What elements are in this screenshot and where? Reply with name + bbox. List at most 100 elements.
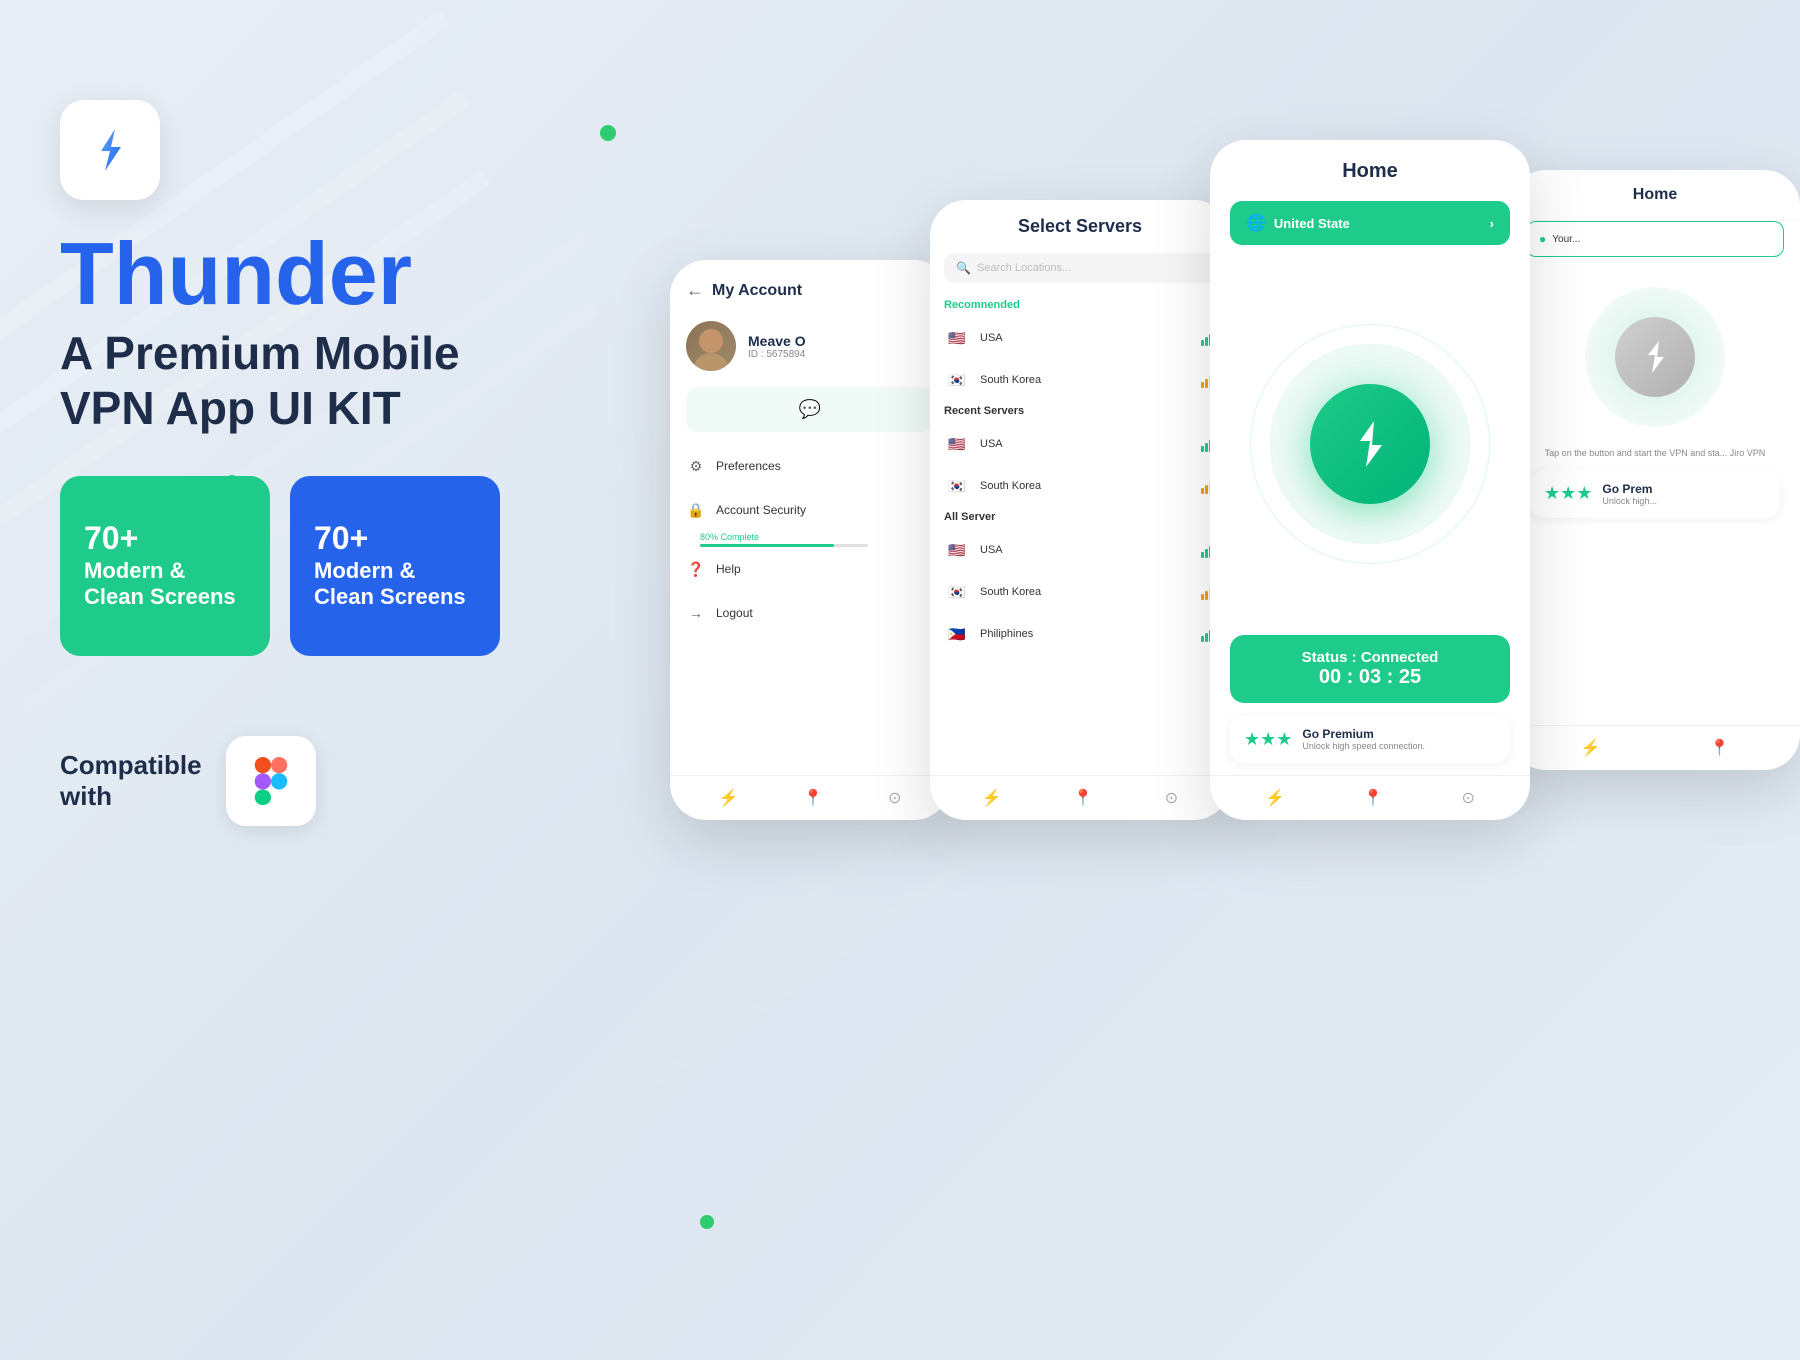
timer-display: 00 : 03 : 25 (1244, 666, 1496, 689)
premium-banner-2[interactable]: ★★★ Go Prem Unlock high... (1530, 470, 1780, 518)
logout-item[interactable]: → Logout (670, 591, 950, 635)
phone-home: Home 🌐 United State › (1210, 140, 1530, 820)
nav-lightning4[interactable]: ⚡ (1581, 738, 1601, 758)
usa-flag: 🇺🇸 (944, 325, 970, 351)
selected-server-label: United State (1274, 216, 1350, 231)
server-item-usa-all[interactable]: 🇺🇸 USA (930, 529, 1230, 571)
stars-icon-2: ★★★ (1544, 483, 1592, 504)
nav-location-icon[interactable]: 📍 (803, 788, 823, 808)
ph-flag: 🇵🇭 (944, 621, 970, 647)
server-item-korea-rec[interactable]: 🇰🇷 South Korea (930, 359, 1230, 401)
search-icon: 🔍 (956, 261, 971, 275)
home-title: Home (1210, 140, 1530, 193)
account-header: ← My Account (670, 260, 950, 311)
phone-home-2: Home ● Your... Tap on the button and (1510, 170, 1800, 770)
security-item[interactable]: 🔒 Account Security (670, 488, 950, 532)
server-item-ph[interactable]: 🇵🇭 Philiphines (930, 613, 1230, 655)
your-server-bar[interactable]: ● Your... (1526, 221, 1784, 257)
nav-lightning2[interactable]: ⚡ (982, 788, 1002, 808)
status-box: Status : Connected 00 : 03 : 25 (1230, 635, 1510, 703)
compatible-section: Compatible with (60, 736, 580, 826)
lock-icon: 🔒 (686, 500, 706, 520)
nav-location2[interactable]: 📍 (1073, 788, 1093, 808)
premium-title: Go Premium (1302, 727, 1496, 741)
phone-account: ← My Account Meave O ID : 5675894 💬 (670, 260, 950, 820)
nav-lightning-icon[interactable]: ⚡ (718, 788, 738, 808)
premium-text-2: Go Prem Unlock high... (1602, 482, 1766, 506)
server-item-korea-all[interactable]: 🇰🇷 South Korea (930, 571, 1230, 613)
usa-flag-all: 🇺🇸 (944, 537, 970, 563)
lightning-bolt-vpn (1350, 419, 1390, 469)
feature-card-blue: 70+ Modern & Clean Screens (290, 476, 500, 656)
help-icon: ❓ (686, 559, 706, 579)
nav-settings-icon[interactable]: ⊙ (888, 788, 901, 808)
server-selector[interactable]: 🌐 United State › (1230, 201, 1510, 245)
status-label: Status : Connected (1244, 649, 1496, 666)
nav-lightning3[interactable]: ⚡ (1265, 788, 1285, 808)
home2-title: Home (1510, 170, 1800, 221)
servers-screen: Select Servers 🔍 Search Locations... Rec… (930, 200, 1230, 820)
gear-icon: ⚙ (686, 456, 706, 476)
feature-card-green: 70+ Modern & Clean Screens (60, 476, 270, 656)
help-item[interactable]: ❓ Help (670, 547, 950, 591)
left-section: Thunder A Premium Mobile VPN App UI KIT … (60, 100, 580, 826)
bottom-nav: ⚡ 📍 ⊙ (670, 775, 950, 820)
figma-logo-box (226, 736, 316, 826)
premium-sub: Unlock high speed connection. (1302, 741, 1496, 751)
account-title: My Account (712, 282, 802, 300)
preferences-item[interactable]: ⚙ Preferences (670, 444, 950, 488)
servers-bottom-nav: ⚡ 📍 ⊙ (930, 775, 1230, 820)
tap-instruction: Tap on the button and start the VPN and … (1510, 447, 1800, 460)
vpn-outer-ring (1270, 344, 1470, 544)
lightning-bolt-icon (85, 125, 135, 175)
server-item-korea-recent[interactable]: 🇰🇷 South Korea (930, 465, 1230, 507)
vpn-circle-small (1510, 287, 1800, 427)
recommended-label: Recomnended (930, 295, 1230, 317)
vpn-power-button[interactable] (1310, 384, 1430, 504)
nav-location3[interactable]: 📍 (1363, 788, 1383, 808)
search-bar[interactable]: 🔍 Search Locations... (944, 253, 1216, 283)
server-item-usa-rec[interactable]: 🇺🇸 USA (930, 317, 1230, 359)
outer-ring-small (1585, 287, 1725, 427)
usa-flag-recent: 🇺🇸 (944, 431, 970, 457)
app-title: Thunder (60, 230, 580, 318)
premium-title-2: Go Prem (1602, 482, 1766, 496)
nav-location4[interactable]: 📍 (1710, 738, 1730, 758)
stars-icon: ★★★ (1244, 729, 1292, 750)
progress-label: 80% Complete (700, 532, 950, 542)
premium-sub-2: Unlock high... (1602, 496, 1766, 506)
home-bottom-nav: ⚡ 📍 ⊙ (1210, 775, 1530, 820)
search-placeholder: Search Locations... (977, 262, 1071, 274)
avatar (686, 321, 736, 371)
korea-flag-recent: 🇰🇷 (944, 473, 970, 499)
logout-icon: → (686, 603, 706, 623)
figma-icon (247, 757, 295, 805)
premium-banner[interactable]: ★★★ Go Premium Unlock high speed connect… (1230, 715, 1510, 763)
phone-servers: Select Servers 🔍 Search Locations... Rec… (930, 200, 1230, 820)
feature-cards: 70+ Modern & Clean Screens 70+ Modern & … (60, 476, 580, 656)
nav-settings3[interactable]: ⊙ (1461, 788, 1474, 808)
account-screen: ← My Account Meave O ID : 5675894 💬 (670, 260, 950, 820)
profile-section: Meave O ID : 5675894 (670, 311, 950, 387)
all-label: All Server (930, 507, 1230, 529)
home2-bottom-nav: ⚡ 📍 (1510, 725, 1800, 770)
server-item-usa-recent[interactable]: 🇺🇸 USA (930, 423, 1230, 465)
chat-icon: 💬 (799, 399, 821, 420)
home-screen: Home 🌐 United State › (1210, 140, 1530, 820)
vpn-circle-area (1210, 253, 1530, 635)
servers-title: Select Servers (930, 200, 1230, 253)
home2-screen: Home ● Your... Tap on the button and (1510, 170, 1800, 770)
phones-area: ← My Account Meave O ID : 5675894 💬 (670, 60, 1800, 820)
chat-button[interactable]: 💬 (686, 387, 934, 432)
bolt-small (1641, 339, 1669, 375)
profile-id: ID : 5675894 (748, 349, 934, 360)
decorative-dot-3 (700, 1215, 714, 1229)
your-server-text: Your... (1552, 234, 1580, 245)
nav-settings2[interactable]: ⊙ (1165, 788, 1178, 808)
app-icon (60, 100, 160, 200)
korea-flag: 🇰🇷 (944, 367, 970, 393)
power-button-small[interactable] (1615, 317, 1695, 397)
korea-flag-all: 🇰🇷 (944, 579, 970, 605)
profile-info: Meave O ID : 5675894 (748, 333, 934, 360)
globe-icon: 🌐 (1246, 213, 1266, 233)
